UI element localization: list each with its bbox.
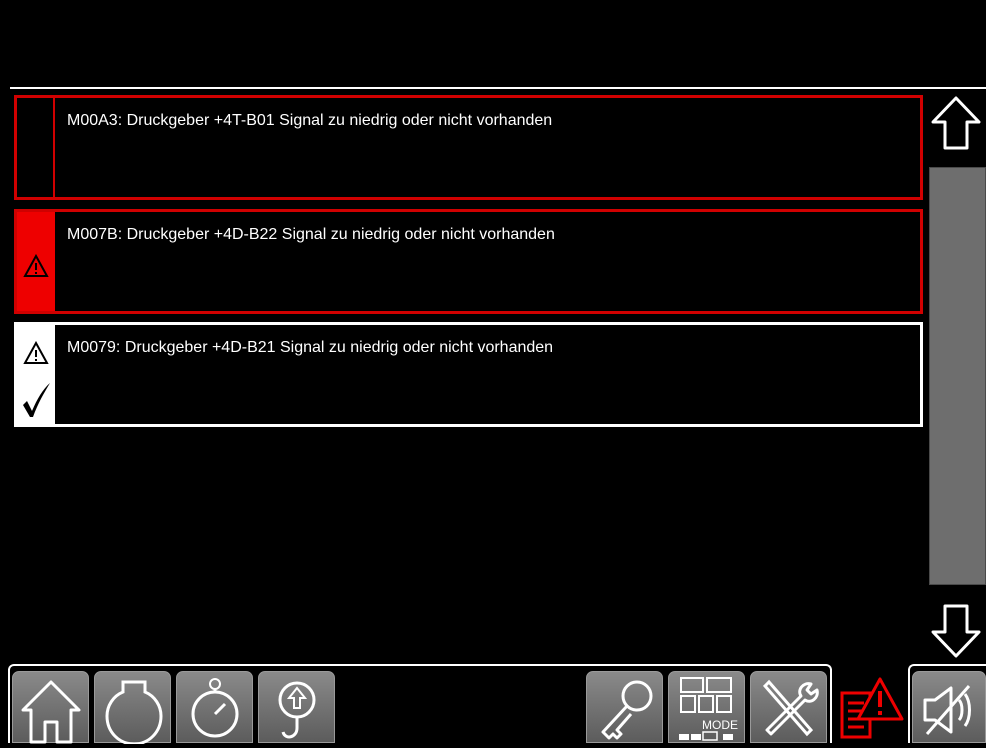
alarm-message: M0079: Druckgeber +4D-B21 Signal zu nied…	[67, 339, 554, 356]
alarm-row[interactable]: M00A3: Druckgeber +4T-B01 Signal zu nied…	[14, 95, 923, 200]
engine-button[interactable]	[94, 671, 171, 744]
mode-icon	[679, 677, 733, 741]
checkmark-icon	[23, 383, 50, 417]
scrollbar-track[interactable]	[929, 167, 986, 585]
key-button[interactable]	[586, 671, 663, 743]
alarm-message: M00A3: Druckgeber +4T-B01 Signal zu nied…	[67, 112, 553, 129]
mode-button[interactable]: MODE	[668, 671, 745, 743]
alarm-row[interactable]: M007B: Druckgeber +4D-B22 Signal zu nied…	[14, 209, 923, 314]
scroll-down-arrow-icon[interactable]	[930, 600, 982, 660]
crane-hook-button[interactable]	[258, 671, 335, 743]
home-button[interactable]	[12, 671, 89, 744]
alarm-status-column	[17, 325, 55, 424]
warning-icon	[23, 341, 49, 364]
crane-hook-icon	[278, 681, 316, 739]
alarm-message: M007B: Druckgeber +4D-B22 Signal zu nied…	[67, 226, 555, 243]
home-icon	[21, 680, 81, 744]
mode-label: MODE	[702, 718, 738, 732]
mute-horn-button[interactable]	[912, 671, 986, 743]
alarm-list-button[interactable]	[834, 671, 906, 743]
tools-button[interactable]	[750, 671, 827, 743]
engine-icon	[105, 680, 163, 744]
mute-horn-icon	[923, 685, 971, 735]
alarm-status-column	[17, 212, 55, 311]
alarm-status-column	[17, 98, 55, 197]
header-area	[0, 0, 986, 88]
scroll-up-arrow-icon[interactable]	[930, 94, 982, 154]
alarm-row[interactable]: M0079: Druckgeber +4D-B21 Signal zu nied…	[14, 322, 923, 427]
header-divider	[10, 87, 986, 89]
tools-icon	[762, 679, 819, 737]
stopwatch-icon	[191, 678, 239, 738]
stopwatch-button[interactable]	[176, 671, 253, 743]
alarm-list-icon	[840, 677, 904, 739]
warning-icon	[23, 254, 49, 277]
key-icon	[601, 680, 653, 740]
